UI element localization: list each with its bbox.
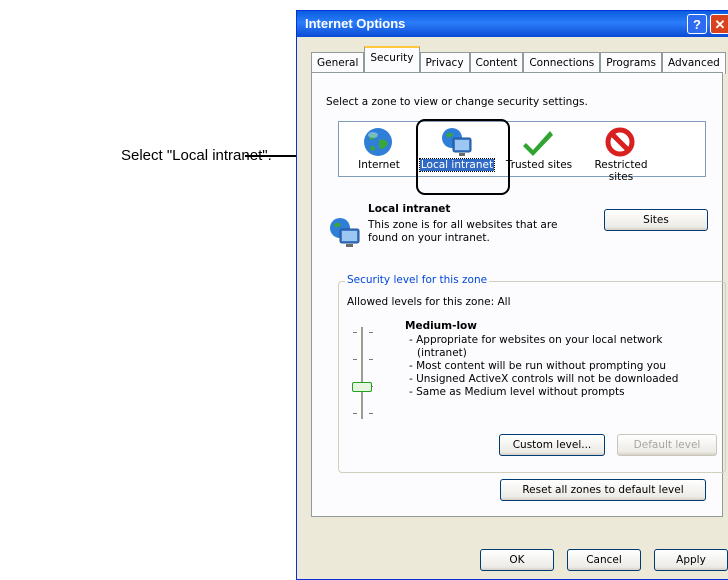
tab-content[interactable]: Content	[469, 52, 524, 74]
slider-tick	[353, 332, 357, 333]
red-prohibited-icon	[605, 127, 635, 157]
tab-advanced[interactable]: Advanced	[661, 52, 726, 74]
security-level-slider[interactable]	[339, 282, 389, 432]
zone-instruction: Select a zone to view or change security…	[326, 96, 588, 108]
globe-icon	[364, 128, 392, 156]
level-desc-line: - Appropriate for websites on your local…	[409, 334, 663, 346]
intranet-zone-icon	[330, 218, 360, 247]
custom-level-button[interactable]: Custom level...	[499, 434, 605, 456]
slider-tick	[353, 413, 357, 414]
tab-programs[interactable]: Programs	[600, 52, 662, 74]
green-check-icon	[523, 131, 553, 156]
level-desc-line: - Same as Medium level without prompts	[409, 386, 625, 398]
selected-zone-desc-2: found on your intranet.	[368, 232, 490, 244]
close-icon: ✕	[714, 17, 726, 32]
slider-track	[361, 327, 363, 419]
cancel-button[interactable]: Cancel	[567, 549, 641, 571]
slider-tick	[369, 332, 373, 333]
level-name: Medium-low	[405, 320, 477, 332]
zone-restricted-sites-label: Restricted sites	[594, 159, 648, 183]
local-intranet-highlight-box	[416, 119, 510, 195]
zone-restricted-sites[interactable]: Restricted sites	[581, 122, 661, 183]
sites-button[interactable]: Sites	[604, 209, 708, 231]
selected-zone-desc-1: This zone is for all websites that are	[368, 219, 558, 231]
tab-security[interactable]: Security	[364, 46, 420, 72]
zone-internet-label: Internet	[358, 159, 400, 171]
tab-general[interactable]: General	[311, 52, 365, 74]
apply-button[interactable]: Apply	[654, 549, 728, 571]
window-title: Internet Options	[305, 16, 406, 31]
internet-options-dialog: Internet Options ? ✕ General Security Priv…	[296, 10, 728, 580]
zone-internet[interactable]: Internet	[339, 122, 419, 178]
tab-connections[interactable]: Connections	[523, 52, 601, 74]
ok-button[interactable]: OK	[480, 549, 554, 571]
security-level-group: Security level for this zone Allowed lev…	[338, 274, 726, 473]
zone-trusted-sites-label: Trusted sites	[505, 159, 573, 171]
level-desc-line: - Most content will be run without promp…	[409, 360, 667, 372]
help-button[interactable]: ?	[687, 14, 707, 34]
level-desc-line: (intranet)	[417, 347, 467, 359]
title-bar[interactable]: Internet Options ? ✕	[297, 11, 728, 37]
slider-thumb[interactable]	[352, 382, 372, 392]
selected-zone-title: Local intranet	[368, 203, 451, 215]
level-desc-line: - Unsigned ActiveX controls will not be …	[409, 373, 679, 385]
slider-tick	[369, 413, 373, 414]
zone-list: Internet Local intranet Trusted sites Re…	[338, 121, 706, 183]
help-icon: ?	[693, 17, 701, 32]
slider-tick	[353, 359, 357, 360]
reset-all-zones-button[interactable]: Reset all zones to default level	[500, 479, 706, 501]
slider-tick	[369, 359, 373, 360]
tab-strip: General Security Privacy Content Connections…	[311, 46, 726, 74]
default-level-button[interactable]: Default level	[617, 434, 717, 456]
tab-privacy[interactable]: Privacy	[419, 52, 470, 74]
security-panel: Select a zone to view or change security…	[311, 72, 726, 517]
zone-trusted-sites[interactable]: Trusted sites	[499, 122, 579, 178]
close-button[interactable]: ✕	[710, 14, 728, 34]
